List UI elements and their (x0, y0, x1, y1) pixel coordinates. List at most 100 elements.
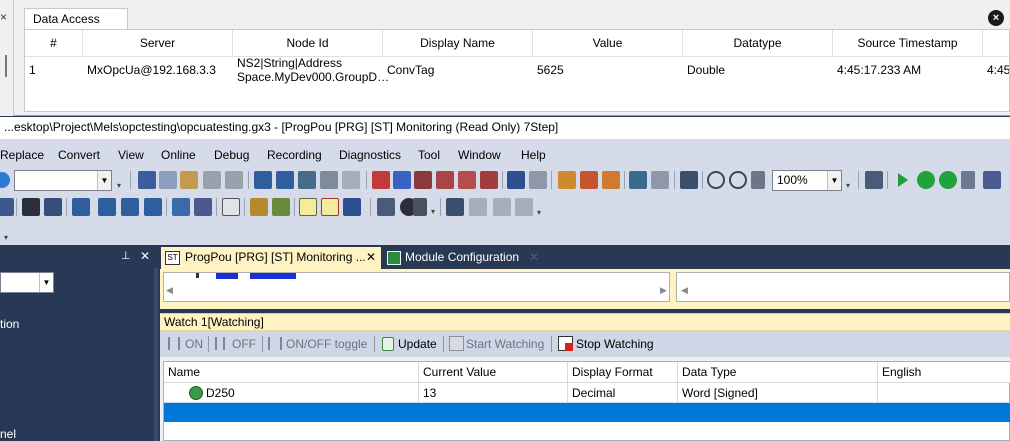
device-read-icon[interactable] (254, 171, 272, 189)
document-icon[interactable] (222, 198, 240, 216)
undo-icon[interactable] (203, 171, 221, 189)
monitor-device-disabled-icon[interactable] (529, 171, 547, 189)
column-header-display-format[interactable]: Display Format (568, 362, 678, 383)
toolbar-grip-icon[interactable]: ▾ (846, 181, 850, 190)
zoom-window-icon[interactable] (446, 198, 464, 216)
binoculars-icon[interactable] (22, 198, 40, 216)
column-header-value[interactable]: Value (533, 30, 683, 57)
plc-diagnostics-icon[interactable] (458, 171, 476, 189)
scroll-left-icon[interactable]: ◀ (166, 285, 173, 296)
device-verify-icon[interactable] (298, 171, 316, 189)
paste-icon[interactable] (180, 171, 198, 189)
rebuild-all-icon[interactable] (602, 171, 620, 189)
remote-operation-icon[interactable] (436, 171, 454, 189)
column-header-current-value[interactable]: Current Value (419, 362, 568, 383)
close-panel-icon[interactable]: × (988, 10, 1004, 26)
dropdown-arrow-icon[interactable]: ▾ (431, 207, 435, 216)
cut-icon[interactable] (138, 171, 156, 189)
toolbar-grip-icon[interactable]: ▾ (537, 208, 541, 217)
navigation-select[interactable]: ▼ (0, 272, 54, 293)
watch-register-icon[interactable] (680, 171, 698, 189)
stop-monitoring-icon[interactable] (651, 171, 669, 189)
verify-plc-icon[interactable] (414, 171, 432, 189)
menu-convert[interactable]: Convert (58, 143, 100, 167)
help-icon[interactable] (0, 172, 10, 188)
zoom-in-icon[interactable] (707, 171, 725, 189)
strip-close-icon[interactable]: × (0, 10, 7, 24)
scroll-right-icon[interactable]: ▶ (660, 285, 667, 296)
parameter-icon[interactable] (961, 171, 975, 189)
cell-current-value[interactable]: 13 (419, 383, 568, 403)
tab-data-access-view[interactable]: Data Access View (24, 8, 128, 46)
pane-splitter[interactable] (154, 268, 158, 441)
update-button[interactable]: Update (398, 336, 437, 352)
menu-view[interactable]: View (118, 143, 144, 167)
tab-close-icon[interactable]: ✕ (529, 247, 539, 268)
monitor-window-icon[interactable] (377, 198, 395, 216)
transition-icon[interactable] (321, 198, 339, 216)
plc-memory-icon[interactable] (480, 171, 498, 189)
column-header-english[interactable]: English (878, 362, 1010, 383)
st-editor-pane[interactable]: ◀ ▶ (163, 272, 670, 302)
device-disabled-icon[interactable] (342, 171, 360, 189)
program-convert-icon[interactable] (558, 171, 576, 189)
zoom-fit-icon[interactable] (751, 171, 765, 189)
chevron-down-icon[interactable]: ▼ (39, 273, 53, 292)
menu-window[interactable]: Window (458, 143, 501, 167)
column-header-source-timestamp[interactable]: Source Timestamp (833, 30, 983, 57)
off-button[interactable]: OFF (232, 336, 256, 352)
zoom-select[interactable]: 100% ▼ (772, 170, 842, 191)
search-combo[interactable]: ▼ (14, 170, 112, 191)
tab-progpou-monitoring[interactable]: ST ProgPou [PRG] [ST] Monitoring ... ✕ (161, 247, 381, 269)
monitor-device-icon[interactable] (507, 171, 525, 189)
start-watching-button[interactable]: Start Watching (466, 336, 544, 352)
device-icon[interactable] (320, 171, 338, 189)
device-write-icon[interactable] (276, 171, 294, 189)
stop-watching-button[interactable]: Stop Watching (576, 336, 654, 352)
device-list-icon[interactable] (72, 198, 90, 216)
device-batch-icon[interactable] (98, 198, 116, 216)
label-edit-icon[interactable] (250, 198, 268, 216)
column-header-display-name[interactable]: Display Name (383, 30, 533, 57)
write-to-plc-icon[interactable] (393, 171, 411, 189)
module-disabled-icon[interactable] (515, 198, 533, 216)
close-icon[interactable]: ✕ (140, 249, 150, 263)
menu-replace[interactable]: Replace (0, 143, 44, 167)
column-header-index[interactable]: # (25, 30, 83, 57)
chevron-down-icon[interactable]: ▼ (827, 171, 841, 190)
read-from-plc-icon[interactable] (372, 171, 390, 189)
menu-recording[interactable]: Recording (267, 143, 322, 167)
strip-scrollbar[interactable] (5, 55, 7, 77)
comment-edit-icon[interactable] (272, 198, 290, 216)
on-button[interactable]: ON (185, 336, 203, 352)
on-off-toggle-button[interactable]: ON/OFF toggle (286, 336, 367, 352)
ladder-icon[interactable] (0, 198, 14, 216)
column-header-data-type[interactable]: Data Type (678, 362, 878, 383)
run-icon[interactable] (898, 173, 908, 187)
zoom-out-icon[interactable] (729, 171, 747, 189)
highlight-icon[interactable] (299, 198, 317, 216)
split-disabled-icon[interactable] (469, 198, 487, 216)
selected-empty-row[interactable] (164, 403, 1010, 422)
menu-tool[interactable]: Tool (418, 143, 440, 167)
pin-icon[interactable]: ⊥ (121, 249, 131, 262)
tree-item[interactable]: tion (0, 317, 19, 331)
tab-module-configuration[interactable]: Module Configuration ✕ (383, 247, 543, 269)
scroll-left-icon[interactable]: ◀ (681, 285, 688, 296)
device-usage-icon[interactable] (194, 198, 212, 216)
menu-help[interactable]: Help (521, 143, 546, 167)
search-options-icon[interactable] (413, 198, 427, 216)
find-window-icon[interactable] (44, 198, 62, 216)
menu-diagnostics[interactable]: Diagnostics (339, 143, 401, 167)
redo-icon[interactable] (225, 171, 243, 189)
toolbar-grip-icon[interactable]: ▾ (117, 181, 121, 190)
column-header-datatype[interactable]: Datatype (683, 30, 833, 57)
start-monitoring-icon[interactable] (629, 171, 647, 189)
copy-icon[interactable] (159, 171, 177, 189)
signal-icon[interactable] (343, 198, 361, 216)
column-header-node-id[interactable]: Node Id (233, 30, 383, 57)
cross-reference-icon[interactable] (172, 198, 190, 216)
cell-display-format[interactable]: Decimal (568, 383, 678, 403)
tab-close-icon[interactable]: ✕ (366, 247, 376, 268)
chevron-down-icon[interactable]: ▼ (97, 171, 111, 190)
